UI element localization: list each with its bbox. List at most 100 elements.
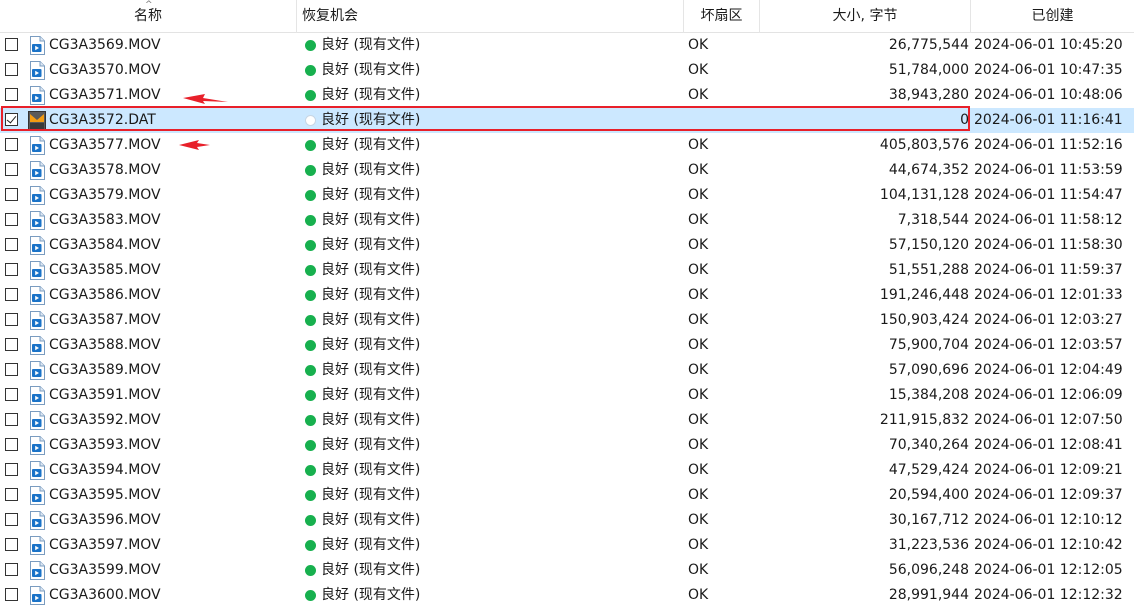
status-dot-icon	[305, 165, 316, 176]
table-row[interactable]: CG3A3595.MOV 良好 (现有文件) OK 20,594,400 2024-06…	[0, 483, 1134, 508]
row-created: 2024-06-01 12:08:41	[974, 437, 1123, 453]
row-bad-sectors: OK	[688, 37, 709, 53]
table-row[interactable]: CG3A3583.MOV 良好 (现有文件) OK 7,318,544 2024-06-…	[0, 208, 1134, 233]
row-created: 2024-06-01 11:16:41	[974, 112, 1123, 128]
status-dot-icon	[305, 140, 316, 151]
row-size: 30,167,712	[888, 512, 969, 528]
row-bad-sectors: OK	[688, 337, 709, 353]
column-header-bad-sectors[interactable]: 坏扇区	[684, 0, 760, 33]
table-row[interactable]: CG3A3591.MOV 良好 (现有文件) OK 15,384,208 2024-06…	[0, 383, 1134, 408]
row-checkbox[interactable]	[5, 588, 18, 601]
row-bad-sectors	[688, 108, 758, 133]
table-row[interactable]: CG3A3600.MOV 良好 (现有文件) OK 28,991,944 2024-06…	[0, 583, 1134, 605]
row-checkbox[interactable]	[5, 338, 18, 351]
video-file-icon	[28, 161, 46, 180]
row-created: 2024-06-01 11:59:37	[974, 262, 1123, 278]
row-size: 47,529,424	[888, 462, 969, 478]
row-checkbox[interactable]	[5, 113, 18, 126]
row-checkbox[interactable]	[5, 313, 18, 326]
video-file-icon	[28, 461, 46, 480]
row-created: 2024-06-01 12:03:27	[974, 312, 1123, 328]
row-checkbox[interactable]	[5, 263, 18, 276]
row-checkbox[interactable]	[5, 413, 18, 426]
row-recovery-status: 良好 (现有文件)	[321, 262, 421, 278]
row-checkbox[interactable]	[5, 488, 18, 501]
row-checkbox[interactable]	[5, 463, 18, 476]
video-file-icon	[28, 236, 46, 255]
row-checkbox[interactable]	[5, 88, 18, 101]
column-header-recovery[interactable]: 恢复机会	[297, 0, 684, 33]
row-created: 2024-06-01 12:01:33	[974, 287, 1123, 303]
table-row[interactable]: CG3A3588.MOV 良好 (现有文件) OK 75,900,704 2024-06…	[0, 333, 1134, 358]
row-file-name: CG3A3599.MOV	[49, 562, 161, 578]
column-header-recovery-label: 恢复机会	[302, 8, 358, 24]
table-row[interactable]: CG3A3599.MOV 良好 (现有文件) OK 56,096,248 2024-06…	[0, 558, 1134, 583]
row-recovery-status: 良好 (现有文件)	[321, 137, 421, 153]
video-file-icon	[28, 436, 46, 455]
row-checkbox[interactable]	[5, 438, 18, 451]
row-recovery-status: 良好 (现有文件)	[321, 487, 421, 503]
video-file-icon	[28, 261, 46, 280]
row-checkbox[interactable]	[5, 513, 18, 526]
video-file-icon	[28, 586, 46, 605]
row-checkbox[interactable]	[5, 63, 18, 76]
row-checkbox[interactable]	[5, 388, 18, 401]
row-size: 0	[960, 112, 969, 128]
row-checkbox[interactable]	[5, 163, 18, 176]
row-checkbox[interactable]	[5, 288, 18, 301]
table-row[interactable]: CG3A3585.MOV 良好 (现有文件) OK 51,551,288 2024-06…	[0, 258, 1134, 283]
column-header-created[interactable]: 已创建	[971, 0, 1134, 33]
row-checkbox[interactable]	[5, 563, 18, 576]
row-checkbox[interactable]	[5, 363, 18, 376]
row-file-name: CG3A3593.MOV	[49, 437, 161, 453]
table-row[interactable]: CG3A3586.MOV 良好 (现有文件) OK 191,246,448 2024-0…	[0, 283, 1134, 308]
status-dot-icon	[305, 440, 316, 451]
row-recovery-status: 良好 (现有文件)	[321, 387, 421, 403]
table-row[interactable]: CG3A3577.MOV 良好 (现有文件) OK 405,803,576 2024-0…	[0, 133, 1134, 158]
row-size: 405,803,576	[879, 137, 969, 153]
table-row[interactable]: CG3A3571.MOV 良好 (现有文件) OK 38,943,280 2024-06…	[0, 83, 1134, 108]
table-row[interactable]: CG3A3596.MOV 良好 (现有文件) OK 30,167,712 2024-06…	[0, 508, 1134, 533]
status-dot-icon	[305, 115, 316, 126]
row-file-name: CG3A3579.MOV	[49, 187, 161, 203]
column-header-created-label: 已创建	[1031, 8, 1074, 24]
row-checkbox[interactable]	[5, 188, 18, 201]
dat-file-icon	[28, 111, 46, 130]
row-checkbox[interactable]	[5, 213, 18, 226]
row-checkbox[interactable]	[5, 538, 18, 551]
status-dot-icon	[305, 590, 316, 601]
table-row[interactable]: CG3A3572.DAT 良好 (现有文件) 0 2024-06-01 11:16:4…	[0, 108, 1134, 133]
status-dot-icon	[305, 490, 316, 501]
video-file-icon	[28, 136, 46, 155]
status-dot-icon	[305, 290, 316, 301]
table-row[interactable]: CG3A3589.MOV 良好 (现有文件) OK 57,090,696 2024-06…	[0, 358, 1134, 383]
column-header-size[interactable]: 大小, 字节	[760, 0, 971, 33]
row-bad-sectors: OK	[688, 487, 709, 503]
row-recovery-status: 良好 (现有文件)	[321, 187, 421, 203]
table-row[interactable]: CG3A3587.MOV 良好 (现有文件) OK 150,903,424 2024-0…	[0, 308, 1134, 333]
table-row[interactable]: CG3A3569.MOV 良好 (现有文件) OK 26,775,544 2024-06…	[0, 33, 1134, 58]
video-file-icon	[28, 336, 46, 355]
table-row[interactable]: CG3A3593.MOV 良好 (现有文件) OK 70,340,264 2024-06…	[0, 433, 1134, 458]
table-row[interactable]: CG3A3594.MOV 良好 (现有文件) OK 47,529,424 2024-06…	[0, 458, 1134, 483]
table-row[interactable]: CG3A3584.MOV 良好 (现有文件) OK 57,150,120 2024-06…	[0, 233, 1134, 258]
row-recovery-status: 良好 (现有文件)	[321, 537, 421, 553]
column-header-name[interactable]: ^ 名称	[0, 0, 297, 33]
row-size: 211,915,832	[879, 412, 969, 428]
row-bad-sectors: OK	[688, 412, 709, 428]
row-created: 2024-06-01 10:45:20	[974, 37, 1123, 53]
row-created: 2024-06-01 11:52:16	[974, 137, 1123, 153]
table-row[interactable]: CG3A3570.MOV 良好 (现有文件) OK 51,784,000 2024-06…	[0, 58, 1134, 83]
row-file-name: CG3A3597.MOV	[49, 537, 161, 553]
row-checkbox[interactable]	[5, 238, 18, 251]
row-checkbox[interactable]	[5, 38, 18, 51]
table-row[interactable]: CG3A3592.MOV 良好 (现有文件) OK 211,915,832 2024-0…	[0, 408, 1134, 433]
row-checkbox[interactable]	[5, 138, 18, 151]
row-created: 2024-06-01 11:58:30	[974, 237, 1123, 253]
table-row[interactable]: CG3A3597.MOV 良好 (现有文件) OK 31,223,536 2024-06…	[0, 533, 1134, 558]
row-bad-sectors: OK	[688, 87, 709, 103]
row-bad-sectors: OK	[688, 137, 709, 153]
row-recovery-status: 良好 (现有文件)	[321, 587, 421, 603]
table-row[interactable]: CG3A3579.MOV 良好 (现有文件) OK 104,131,128 2024-0…	[0, 183, 1134, 208]
table-row[interactable]: CG3A3578.MOV 良好 (现有文件) OK 44,674,352 2024-06…	[0, 158, 1134, 183]
